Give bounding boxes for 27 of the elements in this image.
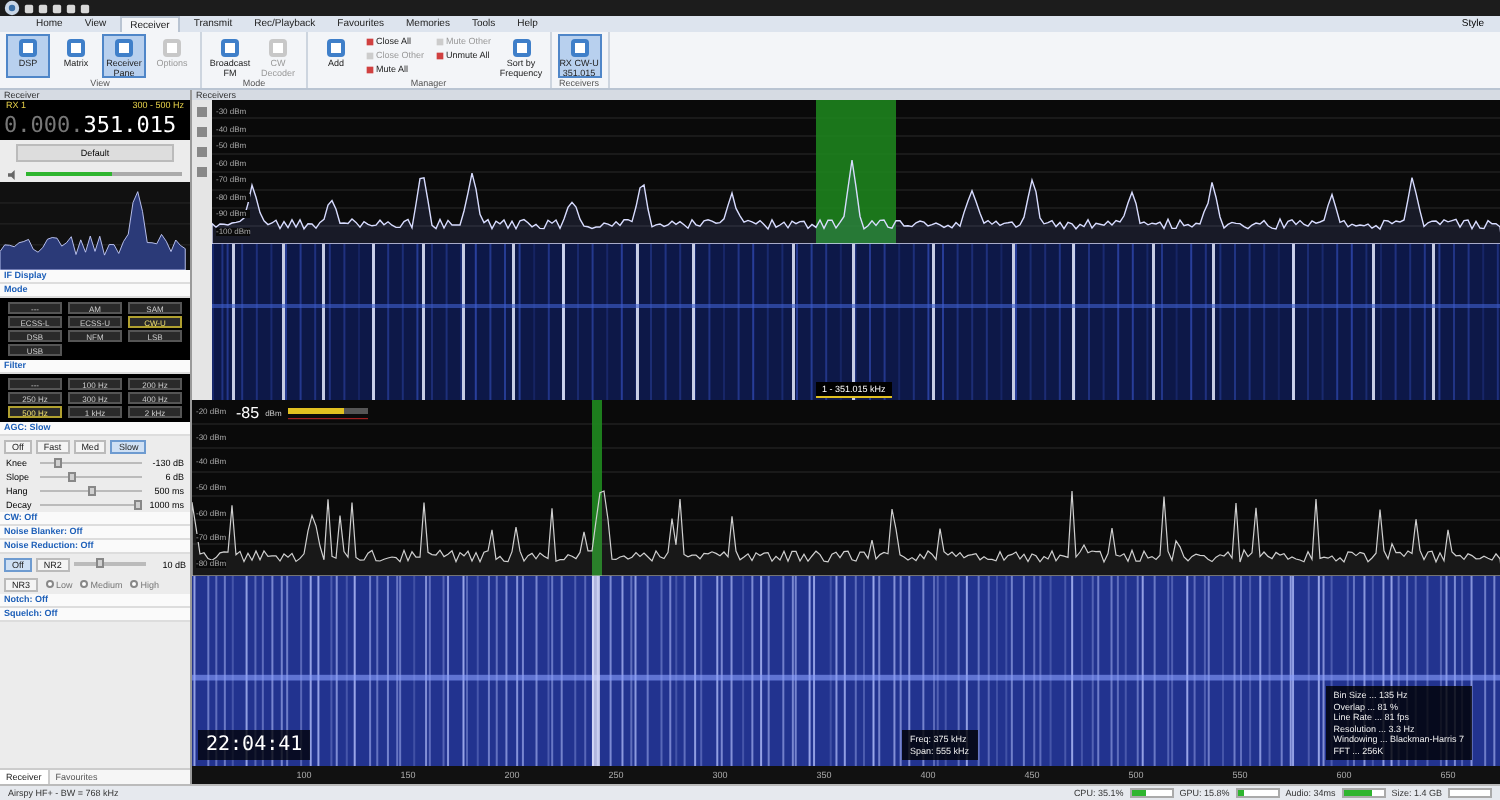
square-icon (366, 51, 374, 59)
square-icon (436, 51, 445, 59)
square-icon (366, 37, 374, 45)
tile-icon (162, 38, 182, 58)
tile-icon (569, 38, 590, 58)
app-logo-icon (4, 0, 20, 16)
slider-thumb[interactable] (68, 471, 77, 482)
tile-icon (114, 38, 134, 58)
tile-icon (268, 38, 288, 58)
clock-display: 22:04:41 (198, 730, 311, 760)
tile-icon (511, 38, 532, 58)
tile-icon (220, 38, 240, 58)
frequency-display[interactable]: 0.000.351.015 (0, 112, 190, 140)
tile-icon (326, 38, 346, 58)
square-icon (436, 37, 445, 45)
filter-passband[interactable] (816, 100, 896, 244)
slider-thumb[interactable] (87, 485, 95, 496)
filter-passband[interactable] (592, 400, 602, 576)
slider-thumb[interactable] (54, 457, 63, 468)
s-meter-icon (287, 407, 368, 419)
square-icon (366, 65, 374, 73)
slider-thumb[interactable] (96, 558, 105, 569)
tile-icon (66, 38, 86, 58)
slider-thumb[interactable] (134, 499, 142, 510)
signal-readout: -85 (236, 404, 260, 422)
meter-bar (1448, 788, 1492, 798)
tile-icon (18, 38, 38, 58)
